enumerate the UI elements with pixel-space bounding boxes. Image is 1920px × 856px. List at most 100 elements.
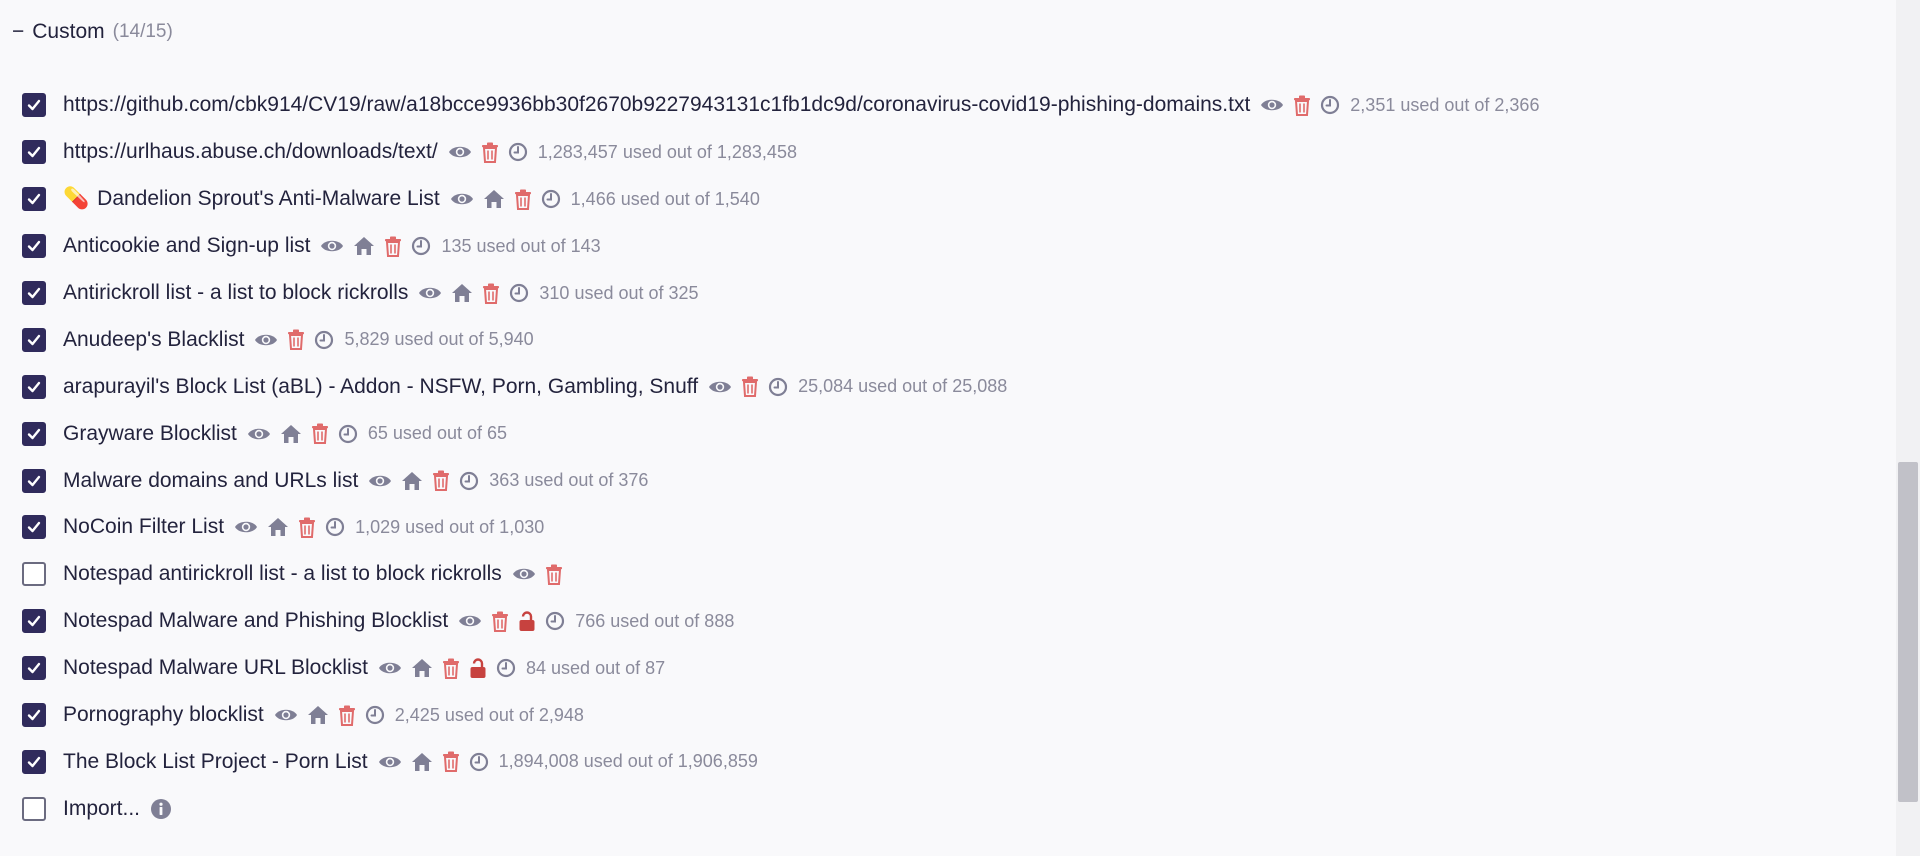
filter-checkbox[interactable] — [22, 374, 46, 399]
filter-stats: 2,351 used out of 2,366 — [1350, 94, 1540, 115]
clock-icon[interactable] — [545, 611, 565, 631]
view-icon[interactable] — [378, 753, 402, 771]
trash-icon[interactable] — [514, 189, 532, 210]
filter-stats: 5,829 used out of 5,940 — [344, 329, 534, 350]
view-icon[interactable] — [234, 518, 258, 536]
custom-section-header[interactable]: − Custom (14/15) — [12, 20, 173, 44]
filter-row: https://github.com/cbk914/CV19/raw/a18bc… — [0, 82, 1896, 129]
filter-name[interactable]: Notespad Malware URL Blocklist — [63, 656, 368, 680]
view-icon[interactable] — [378, 659, 402, 677]
home-icon[interactable] — [307, 705, 329, 725]
collapse-toggle[interactable]: − — [12, 20, 24, 44]
filter-checkbox[interactable] — [22, 327, 46, 352]
view-icon[interactable] — [458, 612, 482, 630]
view-icon[interactable] — [450, 190, 474, 208]
trash-icon[interactable] — [442, 658, 460, 679]
home-icon[interactable] — [401, 471, 423, 491]
view-icon[interactable] — [1260, 96, 1284, 114]
home-icon[interactable] — [411, 658, 433, 678]
trash-icon[interactable] — [432, 470, 450, 492]
clock-icon[interactable] — [768, 377, 788, 397]
trash-icon[interactable] — [311, 423, 329, 445]
trash-icon[interactable] — [298, 517, 316, 538]
filter-name[interactable]: 💊 Dandelion Sprout's Anti-Malware List — [63, 187, 440, 211]
home-icon[interactable] — [451, 283, 473, 303]
filter-name[interactable]: Notespad Malware and Phishing Blocklist — [63, 609, 448, 633]
home-icon[interactable] — [280, 424, 302, 444]
clock-icon[interactable] — [496, 658, 516, 678]
view-icon[interactable] — [247, 425, 271, 443]
filter-name[interactable]: Malware domains and URLs list — [63, 469, 358, 493]
info-icon[interactable] — [150, 798, 172, 820]
trash-icon[interactable] — [1293, 95, 1311, 116]
view-icon[interactable] — [512, 565, 536, 583]
trash-icon[interactable] — [545, 564, 563, 585]
clock-icon[interactable] — [541, 189, 561, 209]
clock-icon[interactable] — [338, 424, 358, 444]
trash-icon[interactable] — [741, 376, 759, 398]
filter-checkbox[interactable] — [22, 140, 46, 165]
clock-icon[interactable] — [508, 142, 528, 162]
filter-row: https://urlhaus.abuse.ch/downloads/text/… — [0, 129, 1896, 176]
import-label[interactable]: Import... — [63, 797, 140, 821]
filter-checkbox[interactable] — [22, 515, 46, 540]
home-icon[interactable] — [483, 189, 505, 209]
filter-name[interactable]: The Block List Project - Porn List — [63, 750, 368, 774]
clock-icon[interactable] — [314, 330, 334, 350]
filter-name[interactable]: https://urlhaus.abuse.ch/downloads/text/ — [63, 140, 438, 164]
filter-name[interactable]: Antirickroll list - a list to block rick… — [63, 281, 408, 305]
view-icon[interactable] — [708, 378, 732, 396]
view-icon[interactable] — [320, 237, 344, 255]
clock-icon[interactable] — [459, 471, 479, 491]
filter-name[interactable]: NoCoin Filter List — [63, 515, 224, 539]
filter-name[interactable]: Pornography blocklist — [63, 703, 264, 727]
view-icon[interactable] — [274, 706, 298, 724]
home-icon[interactable] — [267, 517, 289, 537]
clock-icon[interactable] — [365, 705, 385, 725]
filter-name[interactable]: Anudeep's Blacklist — [63, 328, 244, 352]
unlock-icon[interactable] — [518, 611, 536, 632]
filter-name[interactable]: https://github.com/cbk914/CV19/raw/a18bc… — [63, 93, 1250, 117]
filter-checkbox[interactable] — [22, 562, 46, 587]
filter-checkbox[interactable] — [22, 234, 46, 259]
trash-icon[interactable] — [384, 236, 402, 257]
filter-stats: 25,084 used out of 25,088 — [798, 376, 1008, 397]
scrollbar-thumb[interactable] — [1898, 462, 1918, 802]
trash-icon[interactable] — [491, 611, 509, 632]
filter-checkbox[interactable] — [22, 703, 46, 728]
filter-checkbox[interactable] — [22, 187, 46, 212]
view-icon[interactable] — [254, 331, 278, 349]
import-checkbox[interactable] — [22, 796, 46, 821]
filter-name[interactable]: Anticookie and Sign-up list — [63, 234, 310, 258]
filter-checkbox[interactable] — [22, 609, 46, 634]
filter-list: https://github.com/cbk914/CV19/raw/a18bc… — [0, 82, 1896, 832]
scrollbar[interactable] — [1896, 0, 1920, 856]
filter-checkbox[interactable] — [22, 468, 46, 493]
trash-icon[interactable] — [482, 283, 500, 304]
filter-stats: 1,894,008 used out of 1,906,859 — [498, 751, 758, 772]
filter-checkbox[interactable] — [22, 749, 46, 774]
view-icon[interactable] — [418, 284, 442, 302]
unlock-icon[interactable] — [469, 657, 487, 679]
clock-icon[interactable] — [1320, 95, 1340, 115]
trash-icon[interactable] — [338, 705, 356, 726]
filter-name[interactable]: Grayware Blocklist — [63, 422, 237, 446]
trash-icon[interactable] — [481, 142, 499, 163]
clock-icon[interactable] — [509, 283, 529, 303]
filter-checkbox[interactable] — [22, 281, 46, 305]
filter-checkbox[interactable] — [22, 656, 46, 681]
trash-icon[interactable] — [287, 329, 305, 351]
filter-name[interactable]: Notespad antirickroll list - a list to b… — [63, 562, 502, 586]
trash-icon[interactable] — [442, 751, 460, 773]
view-icon[interactable] — [448, 143, 472, 161]
view-icon[interactable] — [368, 472, 392, 490]
home-icon[interactable] — [411, 752, 433, 772]
filter-stats: 766 used out of 888 — [575, 610, 735, 631]
home-icon[interactable] — [353, 236, 375, 256]
clock-icon[interactable] — [469, 752, 489, 772]
filter-checkbox[interactable] — [22, 93, 46, 118]
filter-checkbox[interactable] — [22, 421, 46, 446]
clock-icon[interactable] — [325, 517, 345, 537]
filter-name[interactable]: arapurayil's Block List (aBL) - Addon - … — [63, 375, 698, 399]
clock-icon[interactable] — [411, 236, 431, 256]
